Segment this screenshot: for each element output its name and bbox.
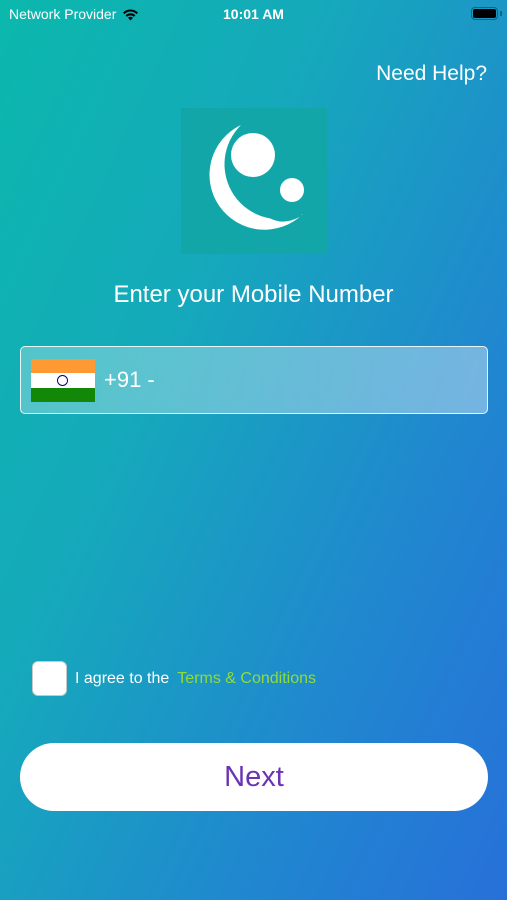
country-code: +91 -: [104, 367, 155, 392]
status-bar: Network Provider 10:01 AM: [0, 0, 507, 28]
battery-level: [473, 9, 496, 18]
india-flag-icon[interactable]: [31, 359, 95, 402]
flag-saffron-stripe: [31, 359, 95, 374]
phone-number-field[interactable]: +91 -: [20, 346, 488, 414]
status-time: 10:01 AM: [223, 6, 284, 22]
mother-child-logo-icon: [209, 125, 304, 230]
flag-chakra: [57, 374, 68, 386]
battery-tip: [500, 11, 502, 16]
phone-number-input[interactable]: [161, 359, 481, 403]
terms-checkbox[interactable]: [32, 661, 67, 696]
battery-icon: [471, 7, 498, 20]
agree-text: I agree to the: [75, 669, 170, 687]
terms-conditions-link[interactable]: Terms & Conditions: [177, 670, 316, 688]
next-button[interactable]: Next: [20, 743, 488, 811]
need-help-link[interactable]: Need Help?: [376, 62, 487, 86]
agreement-row: I agree to the Terms & Conditions: [32, 661, 316, 696]
page-title: Enter your Mobile Number: [113, 281, 394, 308]
app-logo: [181, 108, 327, 254]
flag-green-stripe: [31, 387, 95, 402]
flag-white-stripe: [31, 373, 95, 388]
